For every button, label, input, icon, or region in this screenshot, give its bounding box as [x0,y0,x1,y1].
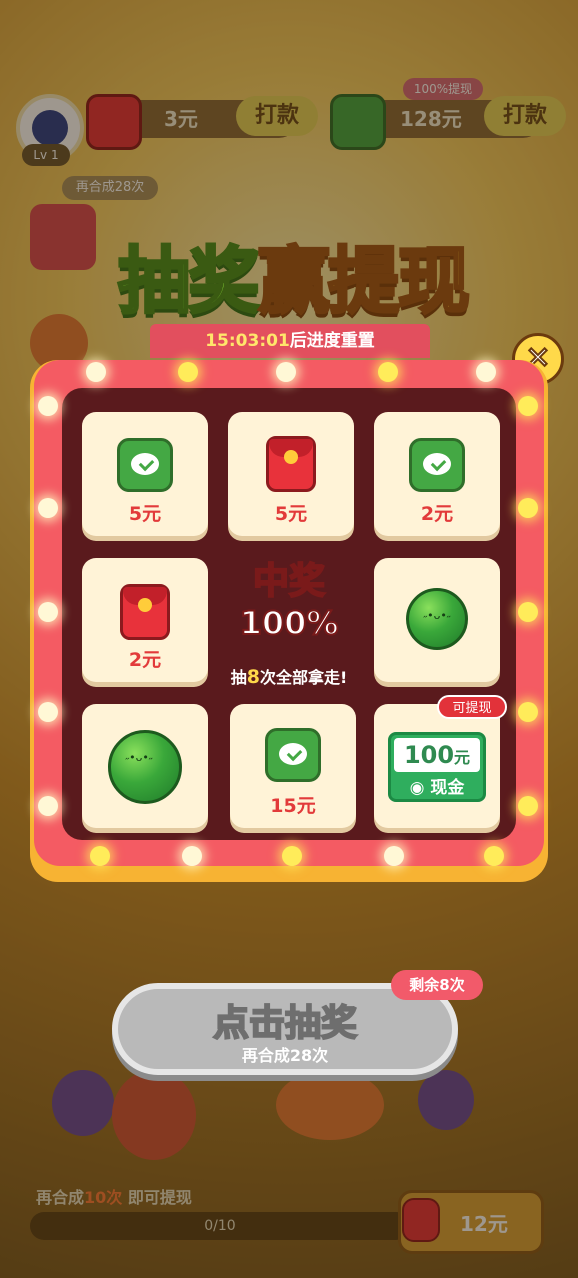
marquee-bulb [384,846,404,866]
prize-card: 5元 [82,412,208,536]
reset-timer: 15:03:01后进度重置 [150,324,430,358]
marquee-bulb [182,846,202,866]
marquee-bulb [518,396,538,416]
prize-label: 2元 [420,503,454,525]
prize-card: 2元 [82,558,208,682]
marquee-bulb [38,702,58,722]
marquee-bulb [518,702,538,722]
center-note: 抽8次全部拿走! [230,666,348,688]
prize-label: 5元 [274,503,308,525]
remaining-badge: 剩余8次 [391,970,483,1000]
wechat-icon [265,728,321,782]
red-packet-icon [266,436,316,492]
marquee-bulb [38,796,58,816]
marquee-bulb [378,362,398,382]
prize-label: 5元 [128,503,162,525]
popup-title: 抽奖赢提现 [116,238,471,325]
prize-card: 2元 [374,412,500,536]
marquee-bulb [518,602,538,622]
marquee-bulb [476,362,496,382]
withdraw-badge: 可提现 [437,695,507,719]
center-title: 中奖 [252,561,326,603]
watermelon-icon [406,588,468,650]
marquee-bulb [518,796,538,816]
prize-card [374,558,500,682]
draw-button-label: 点击抽奖 [212,1002,358,1045]
marquee-bulb [90,846,110,866]
cash-ticket: 100元 ◉ 现金 [388,732,486,802]
wechat-icon [117,438,173,492]
watermelon-icon [108,730,182,804]
prize-card: 15元 [230,704,356,828]
marquee-bulb [86,362,106,382]
prize-card: 5元 [228,412,354,536]
prize-label: 2元 [128,649,162,671]
center-percent: 100% [239,603,340,643]
prize-label: 15元 [270,795,316,817]
draw-button-sub: 再合成28次 [241,1046,329,1065]
red-packet-icon [120,584,170,640]
prize-card [82,704,208,828]
marquee-bulb [38,396,58,416]
marquee-bulb [282,846,302,866]
wechat-icon: ◉ [409,778,425,798]
marquee-bulb [518,498,538,518]
marquee-bulb [38,498,58,518]
marquee-bulb [484,846,504,866]
marquee-bulb [38,602,58,622]
marquee-bulb [276,362,296,382]
marquee-bulb [178,362,198,382]
wechat-icon [409,438,465,492]
